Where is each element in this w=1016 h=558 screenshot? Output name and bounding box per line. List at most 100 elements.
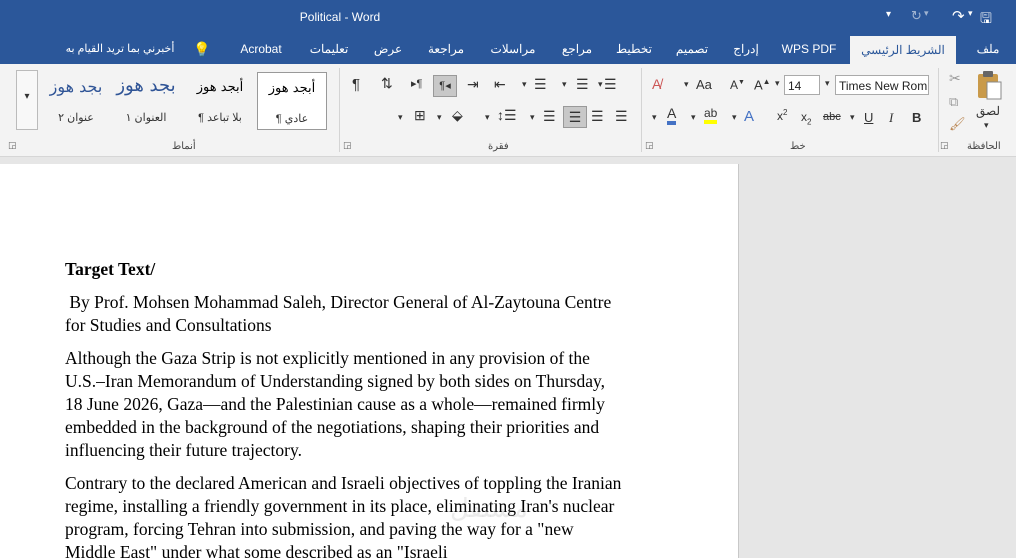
title-bar: Political - Word ▾ ↻ ▾ ↷ ▾ 🖫 [0,0,1016,34]
group-separator [339,68,340,152]
highlight-dropdown-icon[interactable]: ▾ [691,112,696,123]
tell-me-search[interactable]: أخبرني بما تريد القيام به [50,34,190,64]
grow-font-icon[interactable]: A▲ [754,77,771,92]
redo-icon[interactable]: ↻ [911,9,922,24]
tab-references[interactable]: مراجع [556,34,598,64]
undo-dropdown-icon[interactable]: ▾ [968,9,973,19]
rtl-direction-icon[interactable]: ¶◂ [433,75,457,97]
change-case-dropdown-icon[interactable]: ▾ [684,79,689,90]
paste-icon[interactable] [974,70,1004,102]
style-preview: أبجد هوز [268,81,316,96]
clipboard-group-label: الحافظة [967,141,1001,152]
style-preview: أبجد هوز [196,80,244,95]
shading-icon[interactable]: ⬙ [452,107,463,124]
font-launcher-icon[interactable]: ◲ [645,141,654,151]
align-right-icon[interactable]: ☰ [615,108,628,125]
font-color-dropdown-icon[interactable]: ▾ [652,112,657,123]
ribbon: لصق ▾ ✂ ⧉ 🖌 الحافظة ◲ Times New Rom ▾ 14… [0,64,1016,157]
tab-view[interactable]: عرض [366,34,410,64]
line-spacing-icon[interactable]: ↕☰ [497,107,517,124]
align-center-icon[interactable]: ☰ [591,108,604,125]
multilevel-list-dropdown-icon[interactable]: ▾ [522,79,527,90]
document-page[interactable]: Target Text/ By Prof. Mohsen Mohammad Sa… [0,164,739,558]
window-title: Political - Word [299,10,381,24]
style-name: ¶ عادي [275,113,309,125]
underline-icon[interactable]: U [864,110,873,125]
italic-icon[interactable]: I [889,110,893,126]
font-group-label: خط [790,141,806,152]
numbering-dropdown-icon[interactable]: ▾ [562,79,567,90]
bullets-dropdown-icon[interactable]: ▾ [598,79,603,90]
shading-dropdown-icon[interactable]: ▾ [437,112,442,123]
styles-gallery-more-icon[interactable]: ▾ [16,70,38,130]
tab-review[interactable]: مراجعة [422,34,470,64]
decrease-indent-icon[interactable]: ⇤ [494,76,506,93]
align-left-icon[interactable]: ☰ [563,106,587,128]
borders-dropdown-icon[interactable]: ▾ [398,112,403,123]
styles-launcher-icon[interactable]: ◲ [8,141,17,151]
styles-group-label: أنماط [172,141,196,152]
font-color-icon[interactable]: A [667,106,677,125]
borders-icon[interactable]: ⊞ [414,107,426,124]
paragraph-group-label: فقرة [488,141,509,152]
clipboard-launcher-icon[interactable]: ◲ [940,141,949,151]
superscript-icon[interactable]: x2 [777,108,787,123]
underline-dropdown-icon[interactable]: ▾ [850,112,855,123]
change-case-icon[interactable]: Aa [696,77,712,92]
bold-icon[interactable]: B [912,110,921,125]
document-author-line: By Prof. Mohsen Mohammad Saleh, Director… [65,292,616,335]
tab-acrobat[interactable]: Acrobat [232,34,290,64]
document-body[interactable]: Target Text/ By Prof. Mohsen Mohammad Sa… [65,258,625,558]
increase-indent-icon[interactable]: ⇥ [467,76,479,93]
save-icon[interactable]: 🖫 [980,8,992,32]
tab-help[interactable]: تعليمات [302,34,356,64]
font-size-dropdown-icon[interactable]: ▾ [775,78,780,89]
multilevel-list-icon[interactable]: ☰ [534,76,547,93]
style-preview: بجد هوز [49,77,103,96]
font-size-box[interactable]: 14 [784,75,820,95]
sort-icon[interactable]: ⇅ [381,75,393,92]
line-spacing-dropdown-icon[interactable]: ▾ [485,112,490,123]
paste-button[interactable]: لصق [976,104,1000,118]
highlight-icon[interactable]: ab [704,106,718,124]
copy-icon[interactable]: ⧉ [949,94,958,110]
format-painter-icon[interactable]: 🖌 [949,116,966,132]
cut-icon[interactable]: ✂ [949,70,961,87]
tab-mailings[interactable]: مراسلات [484,34,542,64]
text-effects-dropdown-icon[interactable]: ▾ [732,112,737,123]
tab-insert[interactable]: إدراج [726,34,766,64]
document-paragraph: Contrary to the declared American and Is… [65,473,622,558]
strikethrough-icon[interactable]: abc [823,111,841,123]
font-name-dropdown-icon[interactable]: ▾ [825,78,830,89]
paragraph-launcher-icon[interactable]: ◲ [343,141,352,151]
style-heading-1[interactable]: بجد هوز العنوان ١ [112,72,180,128]
ltr-direction-icon[interactable]: ▸¶ [411,77,422,90]
bullets-icon[interactable]: ☰ [604,76,617,93]
numbering-icon[interactable]: ☰ [576,76,589,93]
paste-dropdown-icon[interactable]: ▾ [984,120,989,131]
lightbulb-icon[interactable]: 💡 [192,34,212,64]
tab-design[interactable]: تصميم [670,34,714,64]
text-effects-icon[interactable]: A [744,108,754,125]
document-heading: Target Text/ [65,259,156,279]
show-marks-icon[interactable]: ¶ [352,76,360,93]
shrink-font-icon[interactable]: A▼ [730,78,745,92]
style-name: عنوان ٢ [58,112,94,124]
style-normal[interactable]: أبجد هوز ¶ عادي [257,72,327,130]
document-paragraph: Although the Gaza Strip is not explicitl… [65,348,605,460]
justify-icon[interactable]: ☰ [543,108,556,125]
style-heading-2[interactable]: بجد هوز عنوان ٢ [42,72,110,128]
font-name-box[interactable]: Times New Rom [835,75,929,95]
clear-formatting-icon[interactable]: A̸ [652,76,661,92]
style-no-spacing[interactable]: أبجد هوز ¶ بلا تباعد [186,72,254,128]
customize-quick-access-icon[interactable]: ▾ [886,9,891,20]
tab-home[interactable]: الشريط الرئيسي [850,36,956,64]
tab-file[interactable]: ملف [968,34,1008,64]
tab-wps-pdf[interactable]: WPS PDF [776,34,842,64]
redo-dropdown-icon[interactable]: ▾ [924,9,929,19]
tab-layout[interactable]: تخطيط [612,34,656,64]
subscript-icon[interactable]: x2 [801,110,811,126]
group-separator [641,68,642,152]
distribute-dropdown-icon[interactable]: ▾ [530,112,535,123]
undo-icon[interactable]: ↷ [952,7,965,25]
